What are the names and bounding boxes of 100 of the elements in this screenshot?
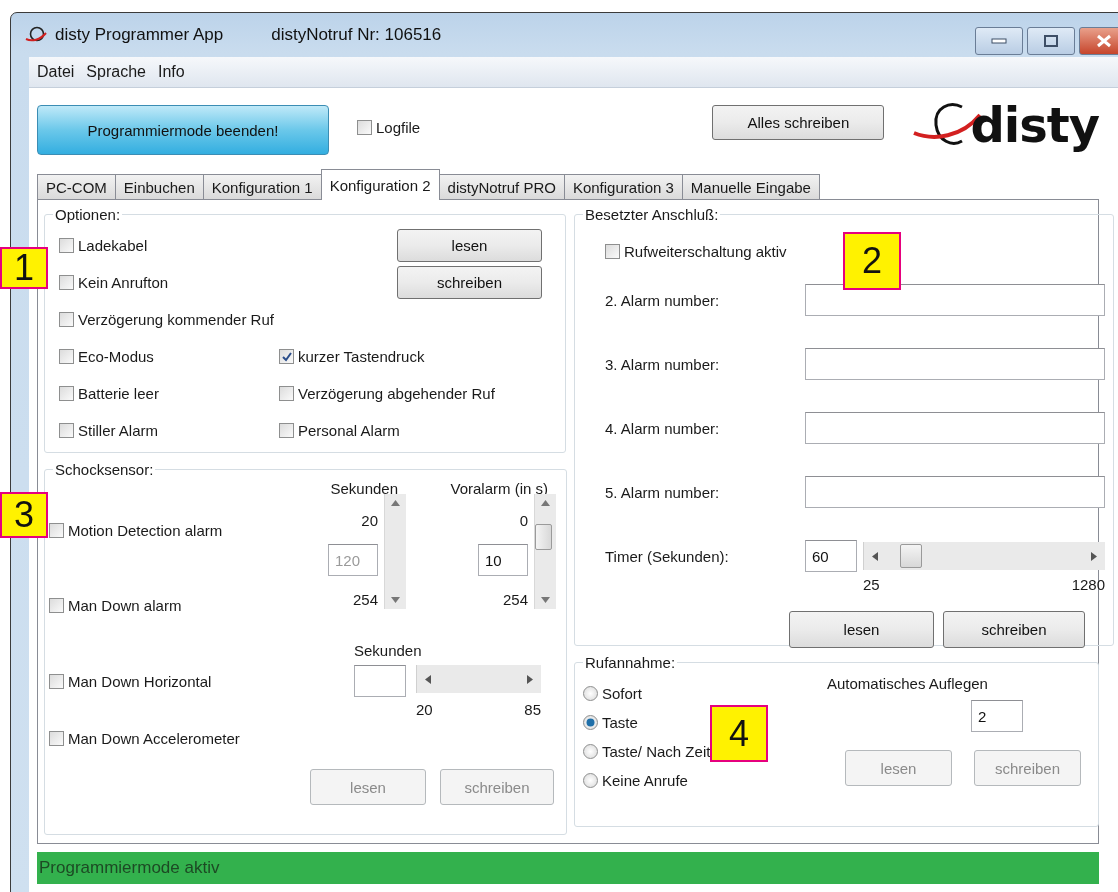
window-title: disty Programmer App bbox=[55, 25, 224, 45]
checkbox-box[interactable] bbox=[59, 312, 74, 327]
field-label: 3. Alarm number: bbox=[605, 355, 721, 373]
max-value: 1280 bbox=[1071, 576, 1105, 593]
minimize-icon bbox=[991, 38, 1007, 44]
horizontal-slider-track[interactable] bbox=[416, 665, 541, 693]
input-field[interactable] bbox=[805, 476, 1105, 508]
radio-label: Keine Anrufe bbox=[602, 772, 688, 789]
radio-option[interactable]: Keine Anrufe bbox=[583, 772, 813, 789]
input-field[interactable] bbox=[805, 348, 1105, 380]
close-button[interactable] bbox=[1079, 27, 1118, 55]
checkbox-label: Man Down Horizontal bbox=[68, 672, 212, 690]
checkbox[interactable]: Motion Detection alarm bbox=[49, 522, 274, 539]
checkbox[interactable]: Eco-Modus bbox=[59, 348, 279, 365]
input-field[interactable] bbox=[805, 284, 1105, 316]
button[interactable]: lesen bbox=[397, 229, 542, 262]
disty-logo: disty bbox=[912, 97, 1099, 153]
checkbox-box[interactable] bbox=[59, 349, 74, 364]
radio-label: Sofort bbox=[602, 685, 643, 702]
vertical-scrollbar[interactable] bbox=[384, 494, 406, 609]
close-icon bbox=[1095, 34, 1113, 48]
min-value: 20 bbox=[361, 512, 378, 529]
menu-item[interactable]: Sprache bbox=[80, 63, 152, 81]
vertical-scrollbar[interactable] bbox=[534, 494, 556, 609]
app-logo-icon bbox=[25, 26, 47, 44]
scrollbar-thumb[interactable] bbox=[900, 544, 922, 568]
checkbox-box[interactable] bbox=[59, 386, 74, 401]
tab[interactable]: Konfiguration 2 bbox=[320, 169, 440, 200]
checkbox-label: Man Down alarm bbox=[68, 597, 182, 614]
field-label: Automatisches Auflegen bbox=[827, 675, 988, 692]
checkbox[interactable]: Personal Alarm bbox=[279, 422, 544, 439]
checkbox[interactable]: Ladekabel bbox=[59, 237, 279, 254]
group-title: Besetzter Anschluß: bbox=[584, 206, 720, 223]
checkbox[interactable]: Kein Anrufton bbox=[59, 274, 279, 291]
checkbox-box[interactable] bbox=[357, 120, 372, 135]
checkbox[interactable]: Man Down alarm bbox=[49, 597, 274, 614]
min-value: 0 bbox=[519, 512, 528, 529]
menu-item[interactable]: Info bbox=[151, 63, 191, 81]
checkbox-box[interactable] bbox=[49, 731, 64, 746]
checkbox-label: Verzögerung abgehender Ruf bbox=[298, 385, 495, 402]
button[interactable]: lesen bbox=[789, 611, 934, 648]
up-arrow-icon[interactable] bbox=[391, 500, 400, 506]
device-number: distyNotruf Nr: 106516 bbox=[271, 25, 442, 45]
radio-button[interactable] bbox=[583, 715, 598, 730]
menu-item[interactable]: Datei bbox=[31, 63, 81, 81]
checkbox-label: Rufweiterschaltung aktiv bbox=[624, 243, 787, 260]
right-arrow-icon[interactable] bbox=[1091, 551, 1097, 561]
callout-label: 3 bbox=[0, 492, 48, 538]
left-arrow-icon[interactable] bbox=[872, 551, 878, 561]
field-label: 2. Alarm number: bbox=[605, 291, 721, 309]
checkbox-box[interactable] bbox=[279, 349, 294, 364]
maximize-button[interactable] bbox=[1027, 27, 1075, 55]
group-title: Optionen: bbox=[54, 206, 122, 223]
tab[interactable]: Konfiguration 1 bbox=[202, 174, 322, 200]
number-field[interactable] bbox=[354, 665, 406, 697]
down-arrow-icon[interactable] bbox=[391, 597, 400, 603]
checkbox-label: Personal Alarm bbox=[298, 422, 400, 439]
button[interactable]: schreiben bbox=[943, 611, 1085, 648]
max-value: 85 bbox=[524, 701, 541, 718]
minimize-button[interactable] bbox=[975, 27, 1023, 55]
checkbox-box[interactable] bbox=[59, 238, 74, 253]
up-arrow-icon[interactable] bbox=[541, 500, 550, 506]
checkbox-box[interactable] bbox=[279, 386, 294, 401]
tab[interactable]: distyNotruf PRO bbox=[438, 174, 565, 200]
checkbox-box[interactable] bbox=[59, 275, 74, 290]
number-field[interactable]: 2 bbox=[971, 700, 1023, 732]
checkbox-box[interactable] bbox=[59, 423, 74, 438]
radio-button[interactable] bbox=[583, 744, 598, 759]
tab[interactable]: Konfiguration 3 bbox=[563, 174, 683, 200]
end-programming-button[interactable]: Programmiermode beenden! bbox=[37, 105, 329, 155]
down-arrow-icon[interactable] bbox=[541, 597, 550, 603]
checkbox-label: Stiller Alarm bbox=[78, 422, 159, 439]
checkbox[interactable]: Batterie leer bbox=[59, 385, 279, 402]
checkbox[interactable]: kurzer Tastendruck bbox=[279, 348, 544, 365]
checkbox[interactable]: Verzögerung abgehender Ruf bbox=[279, 385, 544, 402]
checkbox[interactable]: Verzögerung kommender Ruf bbox=[59, 311, 544, 328]
number-field[interactable]: 10 bbox=[478, 544, 528, 576]
checkbox-box[interactable] bbox=[605, 244, 620, 259]
button[interactable]: schreiben bbox=[397, 266, 542, 299]
radio-button[interactable] bbox=[583, 686, 598, 701]
horizontal-scrollbar[interactable] bbox=[863, 542, 1105, 570]
number-field[interactable]: 60 bbox=[805, 540, 857, 572]
tab[interactable]: PC-COM bbox=[37, 174, 116, 200]
checkbox-box[interactable] bbox=[49, 673, 64, 689]
button[interactable]: Alles schreiben bbox=[712, 105, 885, 140]
tab[interactable]: Manuelle Eingabe bbox=[681, 174, 820, 200]
checkbox-box[interactable] bbox=[49, 523, 64, 538]
checkbox[interactable]: Stiller Alarm bbox=[59, 422, 279, 439]
checkbox[interactable]: Logfile bbox=[357, 119, 421, 136]
tab[interactable]: Einbuchen bbox=[114, 174, 204, 200]
scrollbar-thumb[interactable] bbox=[535, 524, 552, 550]
checkbox[interactable]: Man Down Horizontal bbox=[49, 672, 354, 690]
input-field[interactable] bbox=[805, 412, 1105, 444]
right-arrow-icon[interactable] bbox=[527, 674, 533, 684]
checkbox[interactable]: Man Down Accelerometer bbox=[49, 730, 558, 747]
checkbox-box[interactable] bbox=[49, 598, 64, 613]
radio-option[interactable]: Sofort bbox=[583, 685, 813, 702]
left-arrow-icon[interactable] bbox=[425, 674, 431, 684]
radio-button[interactable] bbox=[583, 773, 598, 788]
checkbox-box[interactable] bbox=[279, 423, 294, 438]
